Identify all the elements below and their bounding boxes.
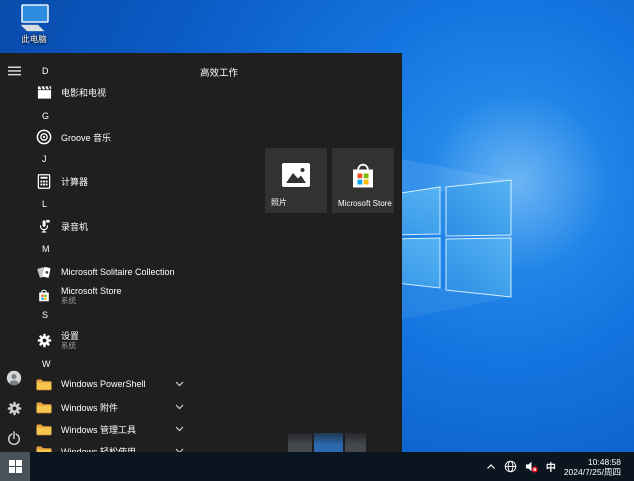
chevron-up-icon [486, 464, 495, 469]
clock[interactable]: 10:48:58 2024/7/25/周四 [564, 457, 621, 477]
partial-tile[interactable] [314, 433, 343, 452]
windows-logo-icon [8, 460, 22, 473]
partial-tile[interactable] [288, 433, 312, 452]
app-item-solitaire[interactable]: Microsoft Solitaire Collection [28, 261, 194, 283]
user-account-button[interactable] [5, 369, 23, 387]
app-item-calculator[interactable]: 计算器 [28, 170, 194, 192]
folder-icon [36, 399, 52, 415]
app-item-label: 录音机 [61, 221, 89, 232]
start-button[interactable] [0, 452, 30, 481]
groove-music-icon [36, 129, 52, 145]
this-pc-icon [20, 4, 49, 32]
hidden-icons-button[interactable] [486, 463, 496, 470]
section-letter: W [42, 359, 51, 369]
clock-date: 2024/7/25/周四 [563, 466, 621, 477]
settings-gear-icon [36, 332, 52, 348]
folder-icon [36, 376, 52, 392]
settings-gear-icon [7, 401, 21, 415]
app-item-label: 计算器 [61, 176, 89, 187]
folder-icon [36, 421, 52, 437]
system-tray: 中 10:48:58 2024/7/25/周四 [486, 452, 621, 481]
solitaire-icon [36, 264, 52, 280]
app-item-groove-music[interactable]: Groove 音乐 [28, 126, 194, 148]
section-letter: M [42, 244, 50, 254]
app-item-voice-recorder[interactable]: 录音机 [28, 215, 194, 237]
section-letter: L [42, 199, 48, 209]
expand-menu-button[interactable] [5, 62, 23, 80]
clock-time: 10:48:58 [587, 456, 621, 467]
ime-indicator[interactable]: 中 [546, 459, 556, 474]
user-icon [6, 370, 22, 386]
taskbar: 中 10:48:58 2024/7/25/周四 [0, 452, 634, 481]
voice-recorder-icon [36, 218, 52, 234]
section-letter: D [42, 66, 49, 76]
movies-tv-icon [36, 84, 52, 100]
tile-label: Microsoft Store [338, 199, 392, 208]
app-item-label: Groove 音乐 [61, 132, 112, 143]
power-button[interactable] [5, 429, 23, 447]
app-list-section-w[interactable]: W [28, 354, 208, 374]
start-menu: D 电影和电视 G Groove 音乐 J 计算器 L 录音机 M Micros… [0, 53, 402, 457]
app-item-sublabel: 系统 [61, 295, 76, 305]
folder-item-windows-admin-tools[interactable]: Windows 管理工具 [28, 418, 194, 440]
app-list-section-l[interactable]: L [28, 194, 208, 214]
desktop-icon-label: 此电脑 [21, 34, 47, 44]
app-item-label: 设置 [61, 330, 80, 341]
folder-item-label: Windows PowerShell [61, 379, 146, 389]
speaker-muted-icon [525, 461, 538, 473]
app-item-movies-tv[interactable]: 电影和电视 [28, 81, 194, 103]
rail-settings-button[interactable] [5, 399, 23, 417]
section-letter: J [42, 154, 47, 164]
partial-tile[interactable] [345, 433, 366, 452]
tile-microsoft-store[interactable]: Microsoft Store [332, 148, 394, 213]
hamburger-icon [7, 66, 21, 76]
app-item-sublabel: 系统 [61, 340, 76, 350]
section-letter: G [42, 111, 50, 121]
network-globe-icon [504, 460, 517, 473]
folder-item-windows-accessories[interactable]: Windows 附件 [28, 396, 194, 418]
app-list-section-d[interactable]: D [28, 61, 208, 81]
tile-label: 照片 [271, 198, 287, 207]
app-item-label: Microsoft Store [61, 285, 122, 296]
tile-group-header[interactable]: 高效工作 [200, 65, 238, 79]
start-menu-rail [0, 53, 28, 452]
app-list-section-s[interactable]: S [28, 305, 208, 325]
chevron-down-icon[interactable] [175, 381, 184, 387]
store-bag-icon [350, 162, 376, 190]
app-list-section-g[interactable]: G [28, 106, 208, 126]
app-list-section-m[interactable]: M [28, 239, 208, 259]
chevron-down-icon[interactable] [175, 426, 184, 432]
app-item-settings[interactable]: 设置 系统 [28, 327, 194, 353]
calculator-icon [36, 173, 52, 189]
network-button[interactable] [504, 460, 517, 473]
desktop-icon-this-pc[interactable]: 此电脑 [8, 4, 60, 45]
app-item-label: 电影和电视 [61, 87, 107, 98]
windows-desktop: 此电脑 D 电影和电视 G Groove 音乐 J 计算器 L 录音机 M Mi… [0, 0, 634, 481]
folder-item-windows-powershell[interactable]: Windows PowerShell [28, 373, 194, 395]
app-item-label: Microsoft Solitaire Collection [61, 267, 175, 277]
folder-item-label: Windows 管理工具 [61, 424, 137, 435]
tile-photos[interactable]: 照片 [265, 148, 327, 213]
app-list-section-j[interactable]: J [28, 149, 208, 169]
photos-icon [281, 162, 311, 188]
power-icon [7, 431, 21, 446]
store-bag-icon [36, 287, 52, 303]
folder-item-label: Windows 附件 [61, 402, 119, 413]
section-letter: S [42, 310, 49, 320]
volume-button[interactable] [525, 460, 538, 473]
chevron-down-icon[interactable] [175, 404, 184, 410]
